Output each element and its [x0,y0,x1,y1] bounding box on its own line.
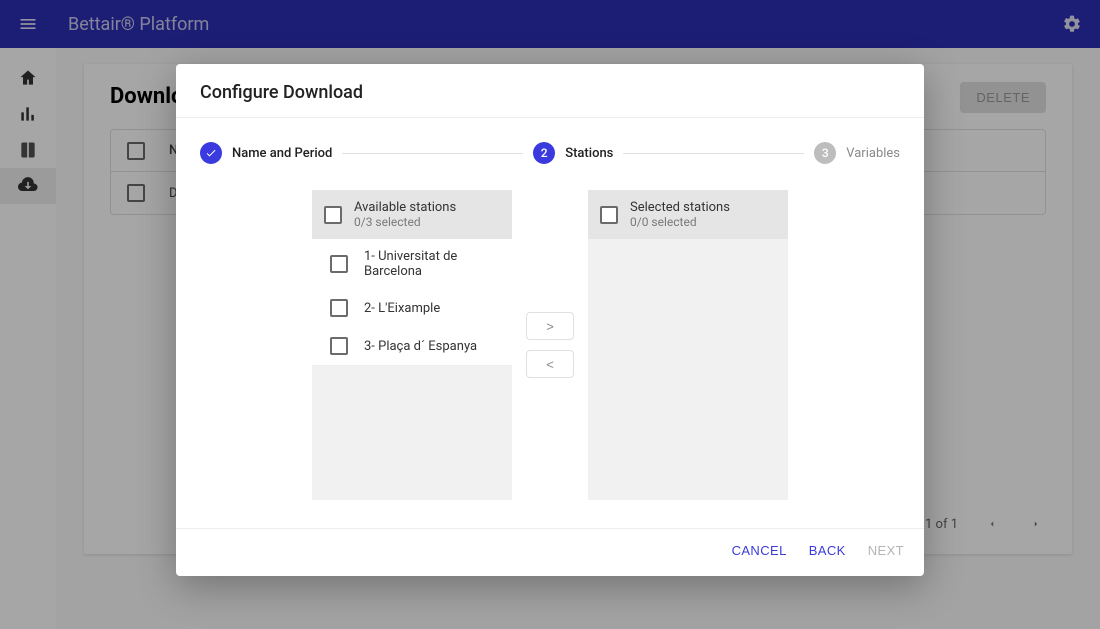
step-stations[interactable]: 2 Stations [533,142,613,164]
selected-title: Selected stations [630,200,730,215]
item-checkbox[interactable] [330,255,348,273]
item-label: 3- Plaça d´ Espanya [364,339,477,354]
transfer-controls: > < [526,190,574,500]
next-button: NEXT [868,543,904,558]
step-label: Variables [846,146,900,161]
selected-count: 0/0 selected [630,215,730,229]
available-count: 0/3 selected [354,215,456,229]
list-item[interactable]: 1- Universitat de Barcelona [312,239,512,289]
step-divider [342,153,523,154]
select-all-available-checkbox[interactable] [324,206,342,224]
item-checkbox[interactable] [330,337,348,355]
move-left-button[interactable]: < [526,350,574,378]
step-label: Stations [565,146,613,161]
transfer-panel: Available stations 0/3 selected 1- Unive… [200,190,900,500]
item-label: 1- Universitat de Barcelona [364,249,494,279]
available-title: Available stations [354,200,456,215]
list-item[interactable]: 2- L'Eixample [312,289,512,327]
step-number: 2 [533,142,555,164]
modal-overlay[interactable]: Configure Download Name and Period 2 Sta… [0,0,1100,629]
step-variables[interactable]: 3 Variables [814,142,900,164]
check-icon [200,142,222,164]
stepper: Name and Period 2 Stations 3 Variables [200,142,900,164]
step-label: Name and Period [232,146,332,161]
available-header: Available stations 0/3 selected [312,190,512,239]
step-divider [623,153,804,154]
step-name-period[interactable]: Name and Period [200,142,332,164]
item-checkbox[interactable] [330,299,348,317]
item-label: 2- L'Eixample [364,301,440,316]
selected-header: Selected stations 0/0 selected [588,190,788,239]
modal-title: Configure Download [176,64,924,118]
cancel-button[interactable]: CANCEL [732,543,787,558]
available-stations-list: Available stations 0/3 selected 1- Unive… [312,190,512,500]
select-all-selected-checkbox[interactable] [600,206,618,224]
configure-download-modal: Configure Download Name and Period 2 Sta… [176,64,924,576]
modal-actions: CANCEL BACK NEXT [176,528,924,576]
back-button[interactable]: BACK [809,543,846,558]
list-item[interactable]: 3- Plaça d´ Espanya [312,327,512,365]
move-right-button[interactable]: > [526,312,574,340]
step-number: 3 [814,142,836,164]
selected-stations-list: Selected stations 0/0 selected [588,190,788,500]
